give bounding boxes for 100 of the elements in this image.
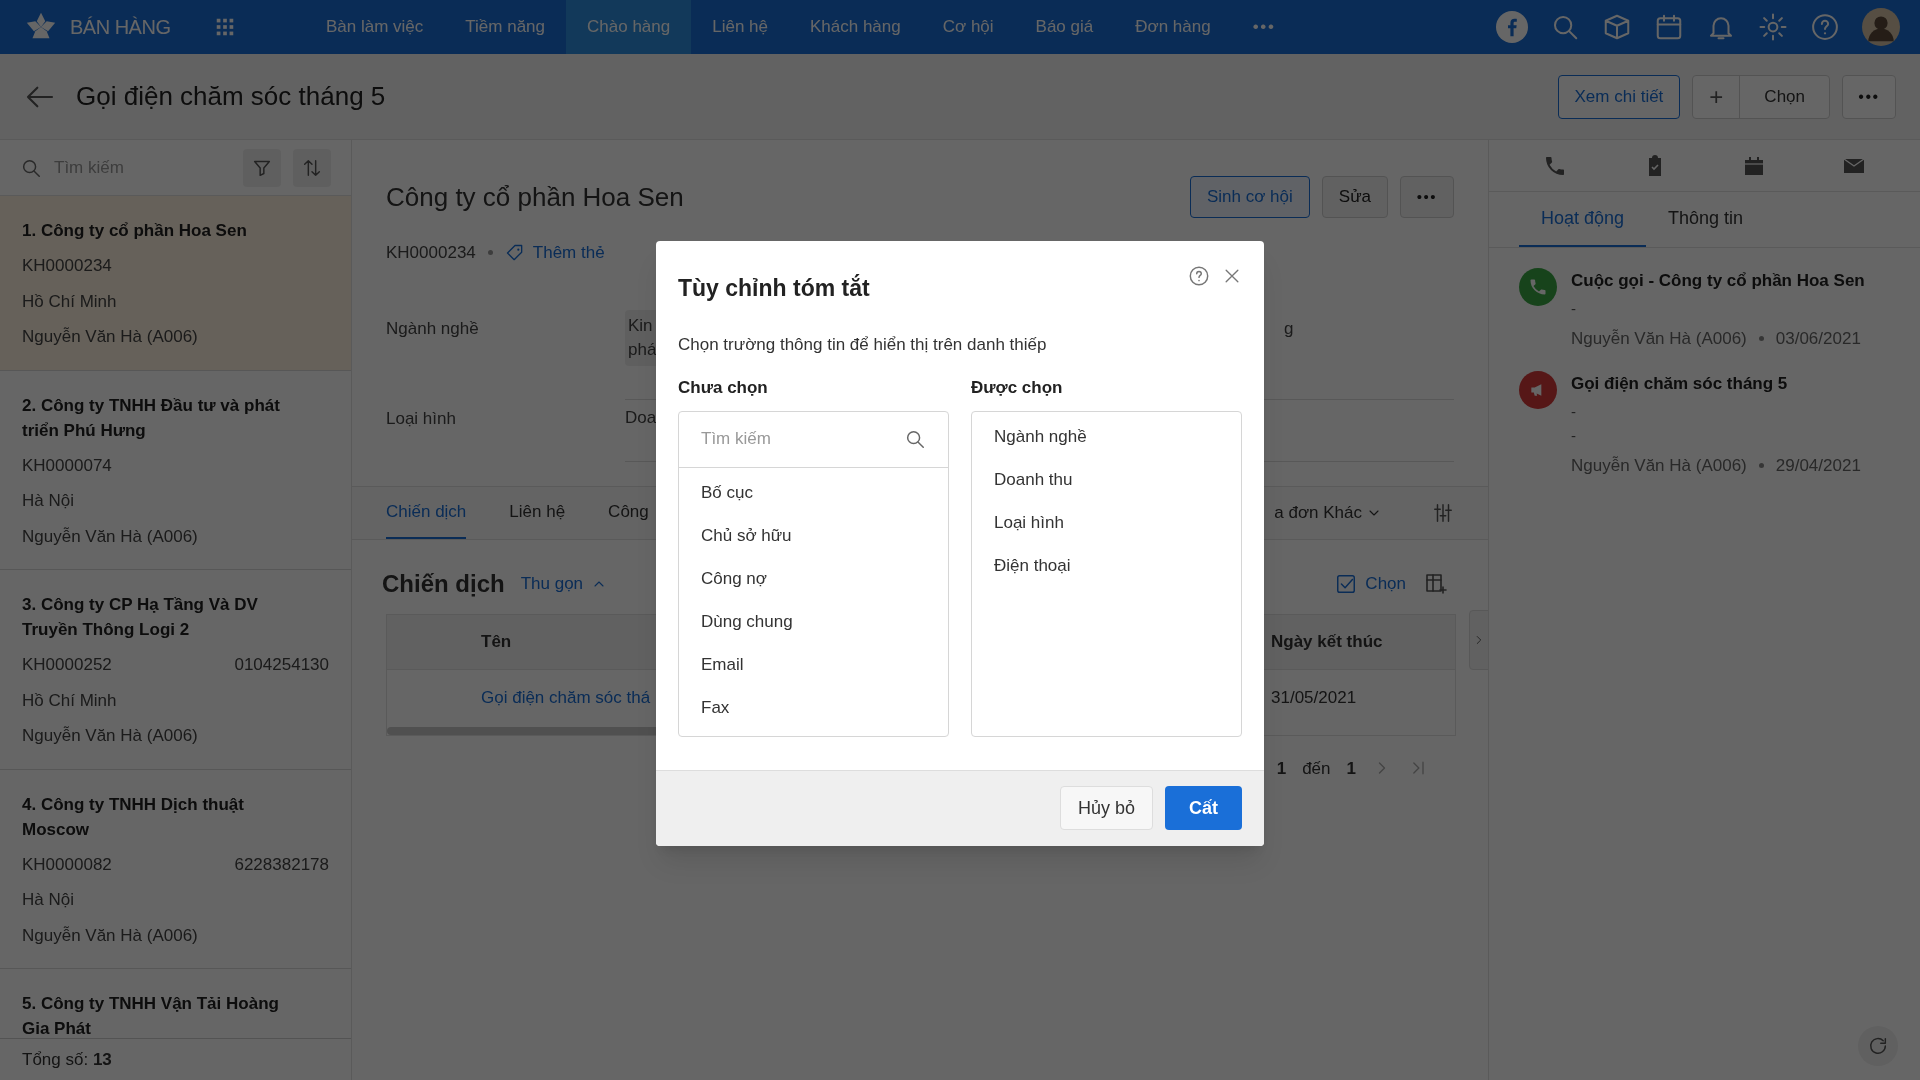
search-icon: [904, 428, 926, 450]
column-heading: Chưa chọn: [678, 377, 769, 399]
customer-code: KH0000074: [22, 454, 112, 477]
page-number: 1: [1346, 757, 1356, 780]
pagination-label: đến: [1302, 757, 1331, 780]
nav-tab[interactable]: Đơn hàng: [1114, 0, 1232, 54]
campaign-link[interactable]: Gọi điện chăm sóc thá: [481, 688, 651, 708]
city-text: Hà Nội: [22, 490, 75, 512]
generate-opportunity-button[interactable]: Sinh cơ hội: [1190, 176, 1310, 218]
customer-card[interactable]: 1. Công ty cổ phần Hoa Sen KH0000234 Hồ Chí Minh Nguyễn Văn Hà (A006): [0, 196, 351, 371]
choose-link[interactable]: Chọn: [1335, 570, 1406, 597]
field-value-chip: Kin phá: [625, 309, 656, 366]
sliders-icon[interactable]: [1432, 501, 1454, 524]
activity-owner: Nguyễn Văn Hà (A006): [1571, 327, 1747, 350]
page-title: Gọi điện chăm sóc tháng 5: [76, 80, 386, 113]
field-option[interactable]: Công nợ: [701, 557, 926, 601]
total-count: Tổng số: 13: [22, 1048, 112, 1071]
help-icon[interactable]: [1188, 265, 1210, 287]
field-value: g: [1284, 318, 1294, 338]
field-option[interactable]: Điện thoại: [994, 544, 1219, 588]
customer-code: KH0000252: [22, 654, 112, 676]
page-number: 1: [1276, 757, 1287, 780]
field-option[interactable]: Bố cục: [701, 471, 926, 515]
record-tab[interactable]: Chiến dịch: [386, 486, 467, 539]
field-option[interactable]: Email: [701, 643, 926, 687]
add-tag-link[interactable]: Thêm thẻ: [532, 240, 605, 266]
owner-text: Nguyễn Văn Hà (A006): [22, 326, 199, 348]
field-label: Loại hình: [386, 407, 457, 430]
choose-button[interactable]: Chọn: [1740, 75, 1829, 118]
record-code: KH0000234: [386, 242, 476, 264]
field-option[interactable]: Loại hình: [994, 501, 1219, 545]
tab-label: a đơn Khác: [1274, 501, 1362, 524]
dialog-title: Tùy chỉnh tóm tắt: [678, 273, 870, 303]
nav-tab[interactable]: Báo giá: [1014, 0, 1115, 54]
column-heading: Được chọn: [971, 377, 1064, 399]
cancel-button[interactable]: Hủy bỏ: [1059, 786, 1153, 830]
activity-detail: -: [1571, 299, 1577, 318]
owner-text: Nguyễn Văn Hà (A006): [22, 924, 199, 947]
search-placeholder: Tìm kiếm: [701, 428, 772, 451]
field-option[interactable]: Chủ sở hữu: [701, 514, 926, 558]
customer-name: 3. Công ty CP Hạ Tầng Và DV Truyền Thông Logi 2: [22, 594, 259, 641]
panel-tab[interactable]: Hoạt động: [1519, 192, 1647, 247]
sort-button[interactable]: [293, 148, 331, 187]
customer-name: 2. Công ty TNHH Đầu tư và phát triển Phú Hưng: [22, 394, 281, 442]
help-icon[interactable]: [1810, 12, 1840, 42]
tag-icon[interactable]: [504, 242, 525, 263]
activity-title[interactable]: Gọi điện chăm sóc tháng 5: [1571, 371, 1861, 397]
phone-icon: [1528, 277, 1548, 297]
record-title: Công ty cổ phần Hoa Sen: [386, 180, 684, 214]
field-option[interactable]: Doanh thu: [994, 458, 1219, 502]
more-button[interactable]: •••: [1400, 176, 1454, 218]
field-option[interactable]: Ngành nghề: [994, 415, 1219, 459]
section-title: Chiến dịch: [382, 568, 505, 599]
column-header: Tên: [481, 631, 512, 651]
owner-text: Nguyễn Văn Hà (A006): [22, 725, 199, 747]
record-tab[interactable]: Công: [608, 486, 649, 539]
toggle-label: Thu gọn: [520, 572, 584, 595]
calendar-icon[interactable]: [1654, 12, 1684, 42]
city-text: Hồ Chí Minh: [22, 689, 118, 712]
panel-tab[interactable]: Thông tin: [1646, 192, 1766, 247]
filter-button[interactable]: [243, 148, 281, 187]
split-button[interactable]: + Chọn: [1692, 74, 1830, 119]
nav-tab[interactable]: Tiềm năng: [444, 0, 566, 54]
customer-name: 1. Công ty cổ phần Hoa Sen: [22, 220, 248, 242]
nav-tab[interactable]: Liên hệ: [691, 0, 789, 54]
city-text: Hà Nội: [22, 889, 75, 911]
activity-title[interactable]: Cuộc gọi - Công ty cổ phần Hoa Sen: [1571, 268, 1865, 294]
more-menu-button[interactable]: •••: [1231, 0, 1297, 54]
facebook-icon[interactable]: [1496, 11, 1528, 43]
field-value: Doa: [625, 406, 657, 429]
nav-tab[interactable]: Khách hàng: [789, 0, 922, 54]
refresh-button[interactable]: [1858, 1026, 1898, 1066]
field-option[interactable]: Fax: [701, 686, 926, 730]
avatar-icon[interactable]: [1862, 8, 1900, 46]
customer-code: KH0000082: [22, 853, 112, 876]
dialog-description: Chọn trường thông tin để hiển thị trên danh thiếp: [677, 333, 1048, 356]
search-field[interactable]: Tìm kiếm: [679, 411, 948, 468]
phone-number: 6228382178: [234, 853, 329, 876]
view-details-button[interactable]: Xem chi tiết: [1557, 74, 1681, 119]
collapse-toggle[interactable]: Thu gọn: [520, 570, 608, 597]
table-cell-text: 31/05/2021: [1270, 687, 1357, 710]
field-option[interactable]: Dùng chung: [701, 600, 926, 644]
record-tab[interactable]: Liên hệ: [509, 486, 566, 539]
nav-tab[interactable]: Bàn làm việc: [305, 0, 445, 54]
table-add-icon[interactable]: [1424, 571, 1448, 596]
add-button[interactable]: +: [1693, 75, 1741, 118]
customer-name: 5. Công ty TNHH Vận Tải Hoàng Gia Phát: [22, 993, 280, 1038]
activity-date: 29/04/2021: [1775, 454, 1861, 477]
nav-tab[interactable]: Cơ hội: [921, 0, 1015, 54]
nav-tab[interactable]: Chào hàng: [566, 0, 692, 54]
more-button[interactable]: •••: [1842, 74, 1896, 119]
more-tabs-dropdown[interactable]: a đơn Khác: [1274, 486, 1382, 539]
box-icon[interactable]: [1602, 12, 1632, 42]
save-button[interactable]: Cất: [1165, 786, 1242, 830]
field-label: Ngành nghề: [386, 317, 480, 340]
customer-name: 4. Công ty TNHH Dịch thuật Moscow: [22, 793, 245, 841]
edit-button[interactable]: Sửa: [1321, 176, 1388, 218]
column-header: Ngày kết thúc: [1270, 630, 1383, 653]
link-label: Chọn: [1365, 572, 1406, 595]
app-title: BÁN HÀNG: [70, 15, 171, 40]
